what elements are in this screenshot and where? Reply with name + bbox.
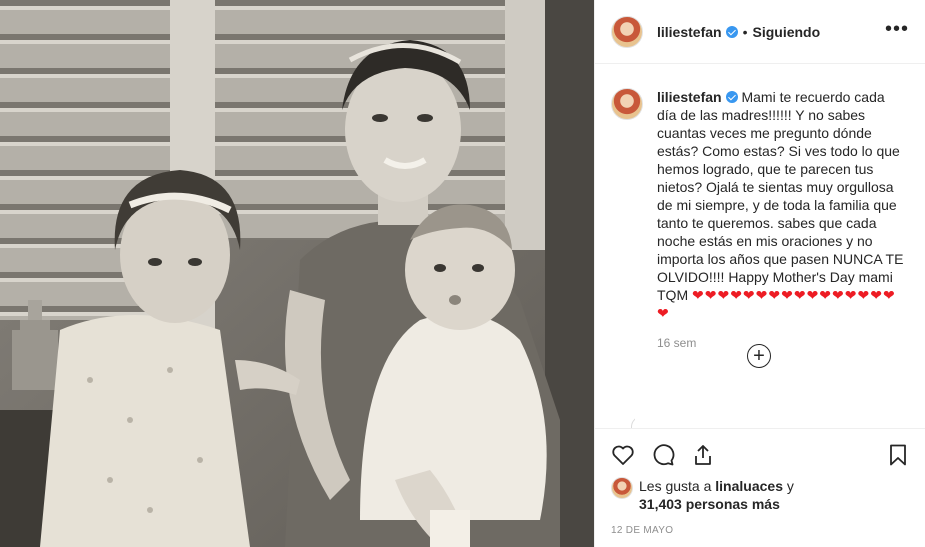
comments-section: liliestefan Mami te recuerdo cada día de…	[595, 64, 925, 428]
likes-text: Les gusta a linaluaces y 31,403 personas…	[639, 477, 794, 513]
liker-avatar[interactable]	[611, 477, 633, 499]
separator-dot: •	[742, 23, 748, 40]
post-actions: Les gusta a linaluaces y 31,403 personas…	[595, 428, 925, 536]
likes-suffix: y	[782, 478, 794, 494]
verified-badge-icon	[725, 91, 738, 103]
more-options-icon[interactable]: •••	[885, 19, 909, 40]
author-username[interactable]: liliestefan	[657, 24, 722, 40]
bookmark-icon[interactable]	[886, 443, 910, 467]
comment-icon[interactable]	[651, 443, 675, 467]
caption: liliestefan Mami te recuerdo cada día de…	[611, 88, 909, 322]
post-photo[interactable]	[0, 0, 594, 547]
liker-username[interactable]: linaluaces	[715, 478, 783, 494]
post-side-panel: liliestefan • Siguiendo ••• liliestefan …	[594, 0, 925, 547]
caption-text: Mami te recuerdo cada día de las madres!…	[657, 89, 904, 303]
author-avatar[interactable]	[611, 15, 643, 48]
following-button[interactable]: Siguiendo	[753, 24, 821, 40]
share-icon[interactable]	[691, 443, 715, 467]
likes-count[interactable]: 31,403 personas más	[639, 496, 780, 512]
post-date[interactable]: 12 DE MAYO	[611, 525, 910, 536]
add-circle-icon[interactable]: +	[747, 344, 771, 368]
caption-hearts: ❤❤❤❤❤❤❤❤❤❤❤❤❤❤❤❤❤	[657, 287, 896, 321]
post-header: liliestefan • Siguiendo •••	[595, 0, 925, 64]
caption-body: liliestefan Mami te recuerdo cada día de…	[657, 88, 907, 322]
likes-summary: Les gusta a linaluaces y 31,403 personas…	[611, 477, 910, 513]
heart-icon[interactable]	[611, 443, 635, 467]
verified-badge-icon	[725, 25, 738, 38]
action-icons	[611, 441, 910, 469]
caption-username[interactable]: liliestefan	[657, 89, 722, 105]
caption-timestamp[interactable]: 16 sem	[657, 336, 909, 350]
next-comment-avatar	[611, 416, 635, 428]
caption-avatar[interactable]	[611, 88, 643, 120]
likes-prefix: Les gusta a	[639, 478, 716, 494]
vintage-family-photo	[0, 0, 594, 547]
